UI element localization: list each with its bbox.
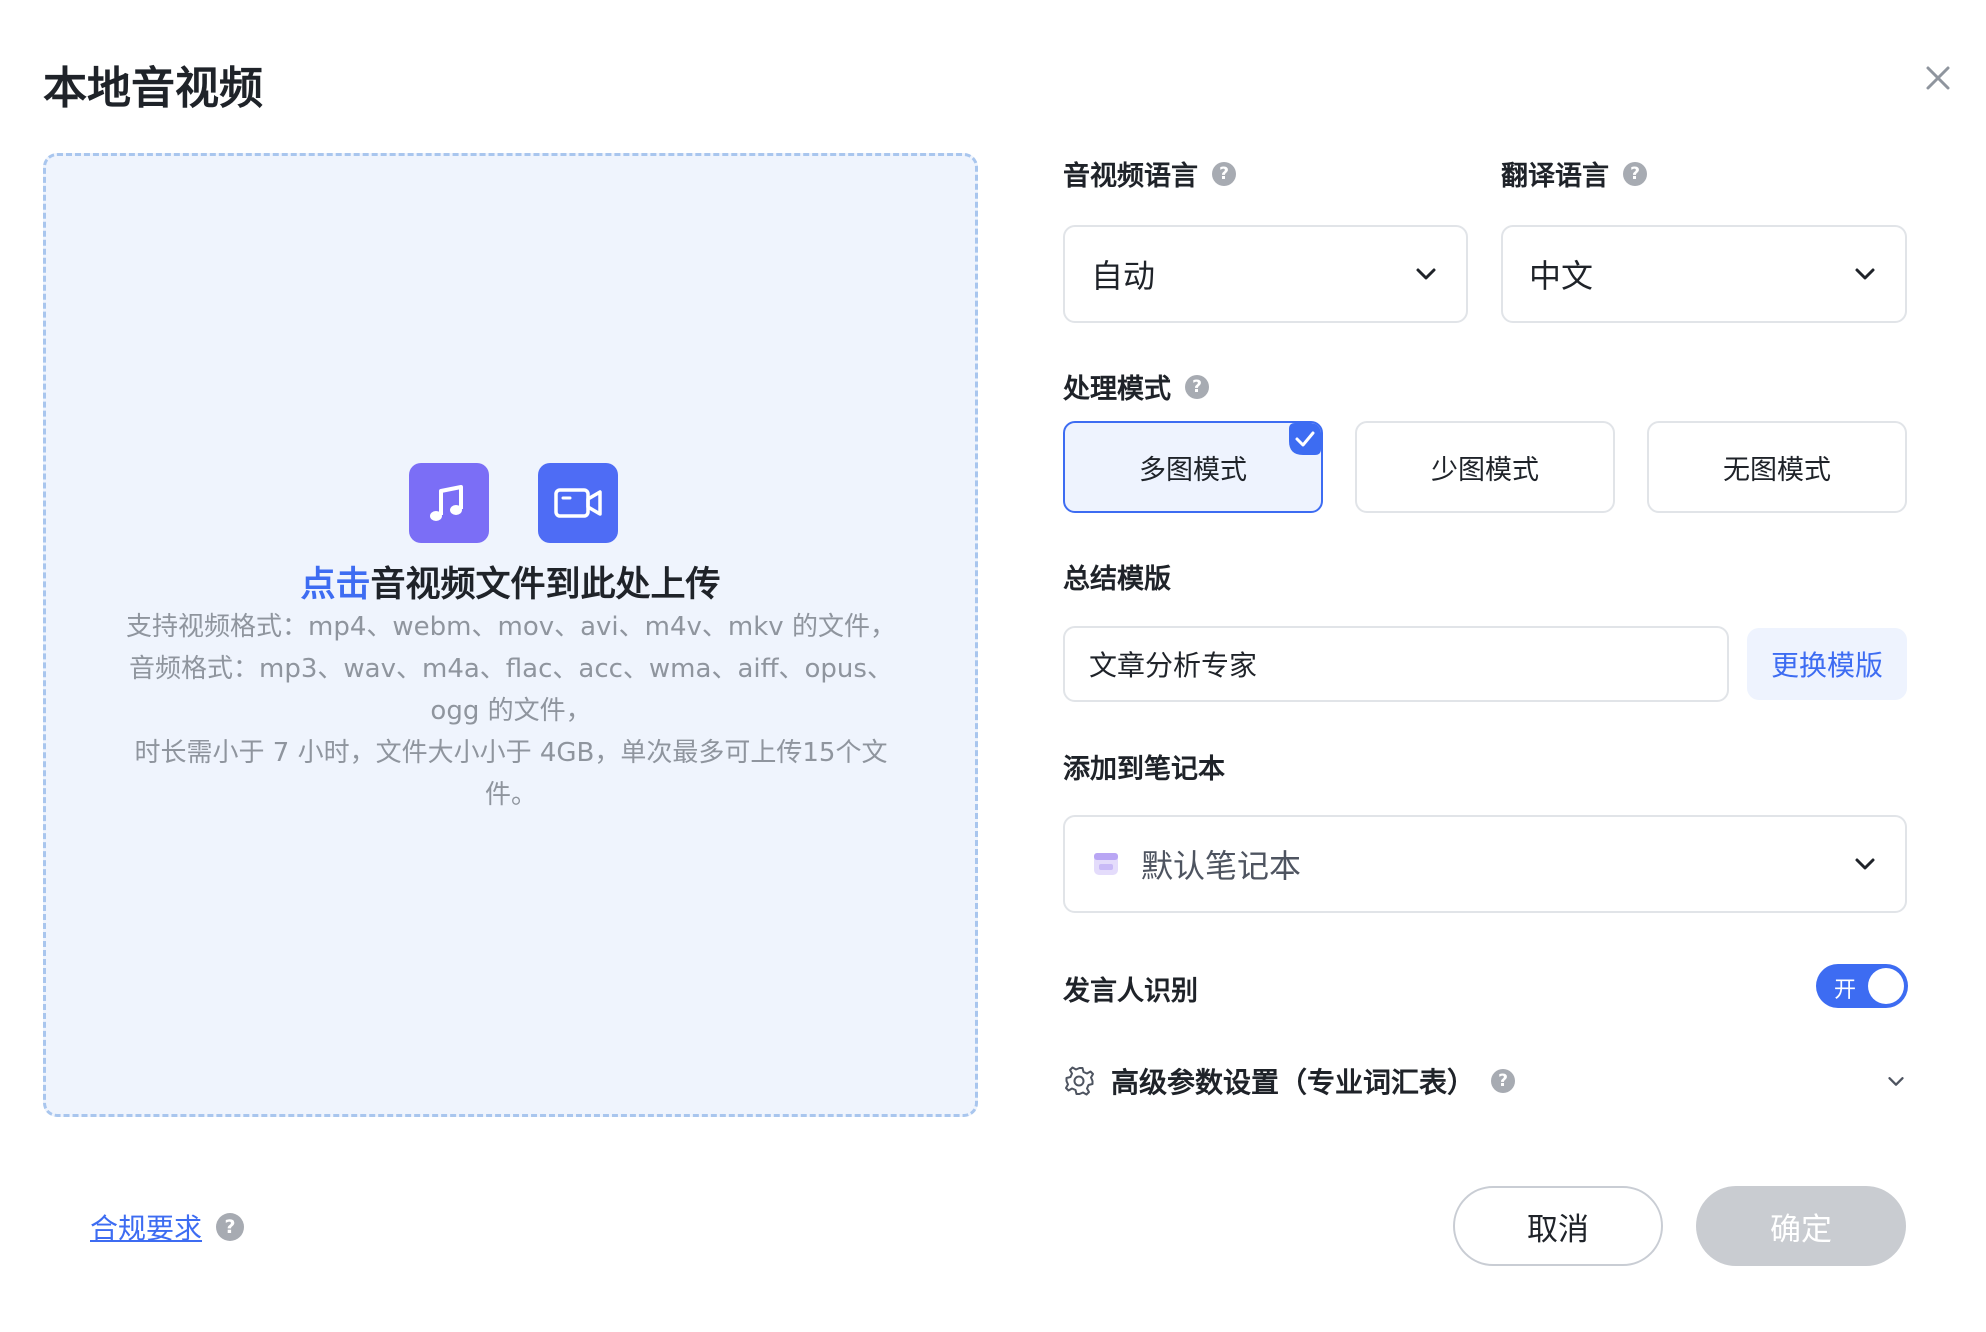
mode-option-no-image[interactable]: 无图模式: [1647, 421, 1907, 513]
translate-language-label-text: 翻译语言: [1501, 161, 1609, 192]
chevron-down-icon: [1855, 858, 1875, 870]
upload-cta-text: 音视频文件到此处上传: [370, 565, 721, 605]
speaker-recognition-toggle[interactable]: 开: [1816, 964, 1908, 1008]
help-icon[interactable]: ?: [1491, 1069, 1516, 1093]
help-icon[interactable]: ?: [1623, 161, 1647, 186]
upload-click-link[interactable]: 点击: [300, 565, 370, 605]
mode-option-label: 多图模式: [1139, 454, 1247, 486]
mode-option-label: 少图模式: [1431, 454, 1539, 486]
music-note-icon: [409, 463, 489, 543]
mode-option-label: 无图模式: [1723, 454, 1831, 486]
summary-template-label-text: 总结模版: [1063, 564, 1171, 595]
notebook-icon: [1094, 853, 1118, 875]
check-icon: [1289, 423, 1321, 455]
chevron-down-icon: [1855, 268, 1875, 280]
format-info-line: 件。: [484, 780, 537, 810]
summary-template-field[interactable]: 文章分析专家: [1063, 626, 1729, 702]
mode-option-multi-image[interactable]: 多图模式: [1063, 421, 1323, 513]
cancel-button[interactable]: 取消: [1453, 1186, 1663, 1266]
advanced-settings-row[interactable]: 高级参数设置（专业词汇表） ?: [1063, 1060, 1909, 1102]
notebook-label-text: 添加到笔记本: [1063, 754, 1225, 785]
notebook-label: 添加到笔记本: [1063, 747, 1225, 786]
compliance-area: 合规要求 ?: [90, 1207, 245, 1247]
help-icon[interactable]: ?: [216, 1213, 245, 1241]
help-icon[interactable]: ?: [1185, 374, 1209, 399]
translate-language-select[interactable]: 中文: [1501, 225, 1907, 323]
help-icon[interactable]: ?: [1212, 161, 1236, 186]
media-language-value: 自动: [1091, 257, 1156, 295]
toggle-knob: [1868, 968, 1904, 1004]
chevron-down-icon: [1888, 1077, 1904, 1086]
local-media-dialog: 本地音视频 点击音视频文件到此处上传 支持视频格式：mp4、webm、mov、a…: [0, 0, 1986, 1332]
format-info-line: 时长需小于 7 小时，文件大小小于 4GB，单次最多可上传15个文: [134, 738, 888, 768]
translate-language-value: 中文: [1529, 257, 1594, 295]
upload-dropzone[interactable]: 点击音视频文件到此处上传 支持视频格式：mp4、webm、mov、avi、m4v…: [43, 153, 978, 1117]
dialog-title: 本地音视频: [43, 63, 263, 114]
media-language-label-text: 音视频语言: [1063, 161, 1198, 192]
chevron-down-icon: [1416, 268, 1436, 280]
toggle-state-text: 开: [1834, 978, 1857, 1003]
mode-option-few-image[interactable]: 少图模式: [1355, 421, 1615, 513]
compliance-link[interactable]: 合规要求: [90, 1207, 202, 1247]
speaker-recognition-label-text: 发言人识别: [1063, 976, 1198, 1007]
media-language-label: 音视频语言 ?: [1063, 154, 1236, 193]
upload-instruction: 点击音视频文件到此处上传: [46, 556, 975, 607]
format-info-line: 支持视频格式：mp4、webm、mov、avi、m4v、mkv 的文件，: [126, 612, 896, 642]
close-icon[interactable]: [1918, 58, 1958, 98]
processing-mode-label-text: 处理模式: [1063, 374, 1171, 405]
processing-mode-label: 处理模式 ?: [1063, 367, 1209, 406]
upload-format-info: 支持视频格式：mp4、webm、mov、avi、m4v、mkv 的文件， 音频格…: [106, 606, 916, 816]
notebook-select[interactable]: 默认笔记本: [1063, 815, 1907, 913]
summary-template-value: 文章分析专家: [1089, 649, 1258, 682]
translate-language-label: 翻译语言 ?: [1501, 154, 1647, 193]
media-language-select[interactable]: 自动: [1063, 225, 1468, 323]
gear-icon: [1065, 1066, 1094, 1096]
change-template-button[interactable]: 更换模版: [1747, 628, 1907, 700]
format-info-line: 音频格式：mp3、wav、m4a、flac、acc、wma、aiff、opus、: [129, 654, 893, 684]
format-info-line: ogg 的文件，: [430, 696, 592, 726]
speaker-recognition-label: 发言人识别: [1063, 969, 1198, 1008]
advanced-settings-label: 高级参数设置（专业词汇表）: [1111, 1066, 1476, 1099]
notebook-value: 默认笔记本: [1141, 847, 1302, 885]
video-camera-icon: [538, 463, 618, 543]
summary-template-label: 总结模版: [1063, 557, 1171, 596]
confirm-button[interactable]: 确定: [1696, 1186, 1906, 1266]
